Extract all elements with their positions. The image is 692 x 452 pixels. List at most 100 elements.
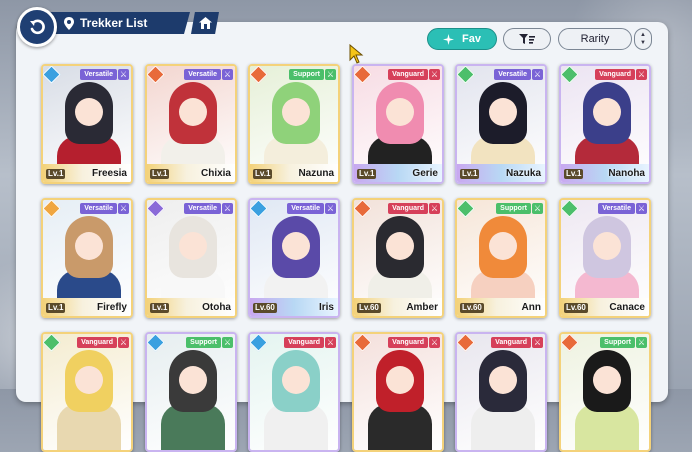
- role-badge: Support: [496, 203, 531, 214]
- filter-icon: [519, 33, 535, 44]
- portrait-face: [75, 98, 103, 126]
- trekker-card[interactable]: Vanguard ⚔: [248, 332, 340, 452]
- role-badge: Vanguard: [388, 69, 428, 80]
- trekker-card[interactable]: Vanguard ⚔ Lv.60 Amber: [352, 198, 444, 318]
- attack-type-icon: ⚔: [222, 337, 233, 348]
- trekker-card[interactable]: Versatile ⚔ Lv.1 Nazuka: [455, 64, 547, 184]
- portrait-face: [179, 366, 207, 394]
- trekker-name: Nazuka: [505, 168, 541, 179]
- rarity-label: Rarity: [580, 33, 610, 45]
- trekker-card[interactable]: Versatile ⚔ Lv.60 Iris: [248, 198, 340, 318]
- portrait-face: [489, 366, 517, 394]
- level-label: Lv.1: [46, 303, 66, 313]
- attack-type-icon: ⚔: [118, 69, 129, 80]
- level-label: Lv.1: [357, 169, 377, 179]
- role-badge: Versatile: [80, 203, 117, 214]
- role-badge: Support: [600, 337, 635, 348]
- role-badge: Versatile: [598, 203, 635, 214]
- attack-type-icon: ⚔: [429, 337, 440, 348]
- trekker-card[interactable]: Vanguard ⚔ Lv.1 Nanoha: [559, 64, 651, 184]
- level-label: Lv.60: [460, 303, 484, 313]
- trekker-card[interactable]: Support ⚔: [559, 332, 651, 452]
- attack-type-icon: ⚔: [636, 337, 647, 348]
- level-label: Lv.1: [46, 169, 66, 179]
- role-badge: Vanguard: [491, 337, 531, 348]
- fav-label: Fav: [462, 33, 481, 45]
- trekker-card[interactable]: Versatile ⚔ Lv.1 Otoha: [145, 198, 237, 318]
- trekker-name: Ann: [521, 302, 541, 313]
- trekker-name: Amber: [406, 302, 438, 313]
- role-badge: Vanguard: [77, 337, 117, 348]
- portrait-face: [386, 366, 414, 394]
- attack-type-icon: ⚔: [532, 337, 543, 348]
- role-badge: Versatile: [494, 69, 531, 80]
- role-badge: Versatile: [80, 69, 117, 80]
- trekker-name: Nazuna: [298, 168, 334, 179]
- portrait-face: [179, 98, 207, 126]
- back-button[interactable]: [17, 7, 57, 47]
- portrait-face: [386, 98, 414, 126]
- attack-type-icon: ⚔: [222, 69, 233, 80]
- sort-order-toggle[interactable]: ▲ ▼: [634, 28, 652, 50]
- trekker-card[interactable]: Vanguard ⚔: [352, 332, 444, 452]
- filter-button[interactable]: [503, 28, 551, 50]
- trekker-card[interactable]: Support ⚔ Lv.1 Nazuna: [248, 64, 340, 184]
- portrait-face: [282, 232, 310, 260]
- rarity-sort-button[interactable]: Rarity: [558, 28, 632, 50]
- attack-type-icon: ⚔: [325, 203, 336, 214]
- role-badge: Support: [289, 69, 324, 80]
- trekker-card[interactable]: Support ⚔: [145, 332, 237, 452]
- role-badge: Vanguard: [595, 69, 635, 80]
- portrait-face: [282, 366, 310, 394]
- trekker-name: Iris: [318, 302, 334, 313]
- sparkle-icon: [443, 33, 455, 45]
- attack-type-icon: ⚔: [325, 337, 336, 348]
- role-badge: Versatile: [184, 69, 221, 80]
- trekker-name: Otoha: [202, 302, 231, 313]
- sort-up-icon: ▲: [640, 32, 646, 38]
- attack-type-icon: ⚔: [118, 337, 129, 348]
- trekker-name: Freesia: [91, 168, 127, 179]
- portrait-face: [593, 232, 621, 260]
- trekker-name: Chixia: [200, 168, 231, 179]
- attack-type-icon: ⚔: [118, 203, 129, 214]
- attack-type-icon: ⚔: [532, 203, 543, 214]
- attack-type-icon: ⚔: [222, 203, 233, 214]
- portrait-face: [489, 98, 517, 126]
- attack-type-icon: ⚔: [532, 69, 543, 80]
- portrait-face: [593, 366, 621, 394]
- level-label: Lv.60: [253, 303, 277, 313]
- portrait-face: [282, 98, 310, 126]
- fav-filter-button[interactable]: Fav: [427, 28, 497, 50]
- level-label: Lv.1: [253, 169, 273, 179]
- trekker-card[interactable]: Vanguard ⚔: [455, 332, 547, 452]
- level-label: Lv.60: [357, 303, 381, 313]
- sort-down-icon: ▼: [640, 40, 646, 46]
- attack-type-icon: ⚔: [325, 69, 336, 80]
- trekker-card[interactable]: Versatile ⚔ Lv.1 Chixia: [145, 64, 237, 184]
- role-badge: Vanguard: [388, 337, 428, 348]
- level-label: Lv.1: [150, 303, 170, 313]
- trekker-card[interactable]: Vanguard ⚔ Lv.1 Gerie: [352, 64, 444, 184]
- portrait-face: [75, 232, 103, 260]
- role-badge: Vanguard: [284, 337, 324, 348]
- level-label: Lv.60: [564, 303, 588, 313]
- trekker-card[interactable]: Versatile ⚔ Lv.60 Canace: [559, 198, 651, 318]
- trekker-card[interactable]: Vanguard ⚔: [41, 332, 133, 452]
- title-bar: Trekker List: [40, 12, 190, 34]
- trekker-card[interactable]: Support ⚔ Lv.60 Ann: [455, 198, 547, 318]
- portrait-face: [489, 232, 517, 260]
- trekker-name: Gerie: [412, 168, 438, 179]
- home-button[interactable]: [191, 12, 219, 34]
- trekker-card[interactable]: Versatile ⚔ Lv.1 Freesia: [41, 64, 133, 184]
- level-label: Lv.1: [460, 169, 480, 179]
- level-label: Lv.1: [564, 169, 584, 179]
- page-title: Trekker List: [80, 16, 148, 30]
- level-label: Lv.1: [150, 169, 170, 179]
- trekker-card[interactable]: Versatile ⚔ Lv.1 Firefly: [41, 198, 133, 318]
- portrait-face: [386, 232, 414, 260]
- trekker-name: Nanoha: [608, 168, 645, 179]
- role-badge: Versatile: [287, 203, 324, 214]
- trekker-name: Firefly: [96, 302, 127, 313]
- trekker-name: Canace: [609, 302, 645, 313]
